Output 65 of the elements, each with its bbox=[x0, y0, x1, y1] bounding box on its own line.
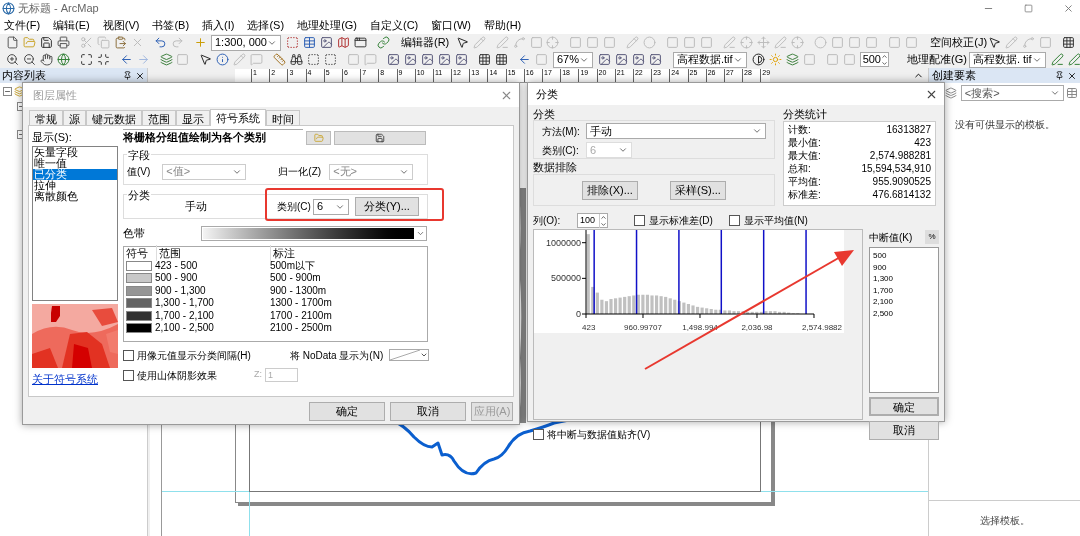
axis-label: 1,498.994 bbox=[682, 323, 718, 332]
group-label: 分类统计 bbox=[783, 108, 828, 121]
table-cell-text: 1,300 - 1,700 bbox=[155, 298, 215, 309]
axis-label: 960.99707 bbox=[624, 323, 662, 332]
axis-label: 500000 bbox=[550, 273, 581, 284]
group-label: 分类 bbox=[533, 108, 556, 120]
field-label: Z: bbox=[254, 368, 262, 382]
stat-value: 423 bbox=[914, 136, 931, 149]
field-label: 显示(S): bbox=[32, 130, 73, 145]
stat-label: 计数: bbox=[788, 123, 811, 136]
field-label: 将 NoData 显示为(N) bbox=[289, 348, 384, 363]
panel-title: 创建要素 bbox=[932, 68, 976, 84]
group-label: 数据排除 bbox=[533, 160, 578, 174]
column-header: 符号 bbox=[126, 245, 149, 261]
dialog-title: 图层属性 bbox=[33, 87, 77, 103]
field-label: 中断值(K) bbox=[869, 230, 913, 245]
table-cell-text: 2,100 - 2,500 bbox=[155, 323, 215, 334]
stat-label: 平均值: bbox=[788, 175, 821, 188]
stat-value: 2,574.988281 bbox=[869, 149, 931, 162]
stat-value: 476.6814132 bbox=[872, 188, 931, 201]
table-cell-text: 1,700 - 2,100 bbox=[155, 310, 215, 321]
table-cell: 900 - 1300m bbox=[270, 285, 327, 296]
window-title: 无标题 - ArcMap bbox=[18, 0, 99, 16]
checkbox-label: 显示标准差(D) bbox=[649, 214, 713, 228]
axis-label: 2,036.98 bbox=[741, 323, 773, 332]
empty-message: 没有可供显示的模板。 bbox=[953, 118, 1056, 132]
table-cell: 1700 - 2100m bbox=[270, 310, 332, 321]
field-label: 类别(C) bbox=[277, 200, 311, 214]
stat-label: 最大值: bbox=[788, 149, 821, 162]
field-label: 方法(M): bbox=[542, 124, 581, 139]
checkbox-label: 将中断与数据值贴齐(V) bbox=[547, 428, 651, 442]
stat-value: 15,594,534,910 bbox=[861, 162, 931, 175]
dialog-title: 分类 bbox=[536, 86, 558, 102]
table-cell: 2100 - 2500m bbox=[270, 323, 332, 334]
stat-value: 955.9090525 bbox=[872, 175, 931, 188]
checkbox-label: 显示平均值(N) bbox=[743, 214, 808, 228]
column-header: 标注 bbox=[270, 244, 295, 262]
stat-label: 最小值: bbox=[788, 136, 821, 149]
table-cell-text: 423 - 500 bbox=[155, 260, 199, 271]
field-label: 类别(C): bbox=[542, 143, 580, 158]
group-label: 字段 bbox=[127, 147, 151, 164]
stat-label: 总和: bbox=[788, 162, 811, 175]
group-label: 分类 bbox=[127, 187, 151, 204]
table-cell-text: 500 - 900 bbox=[155, 273, 199, 284]
field-label: 色带 bbox=[123, 226, 146, 241]
hint-text: 选择模板。 bbox=[979, 514, 1030, 528]
table-cell: 500 - 900m bbox=[270, 273, 321, 284]
table-cell: 1300 - 1700m bbox=[270, 298, 332, 309]
axis-label: 423 bbox=[582, 323, 596, 332]
field-label: 值(V) bbox=[127, 165, 151, 179]
checkbox-label: 用像元值显示分类间隔(H) bbox=[137, 348, 251, 363]
panel-title: 内容列表 bbox=[2, 68, 46, 84]
stat-label: 标准差: bbox=[788, 188, 821, 201]
table-cell: 500m以下 bbox=[270, 260, 315, 271]
checkbox-label: 使用山体阴影效果 bbox=[137, 368, 217, 383]
axis-label: 2,574.9882 bbox=[801, 323, 842, 332]
renderer-heading: 将栅格分组值绘制为各个类别 bbox=[123, 129, 303, 146]
field-label: 列(O): bbox=[533, 214, 562, 228]
method-text: 手动 bbox=[185, 199, 207, 215]
table-cell-text: 900 - 1,300 bbox=[155, 285, 207, 296]
axis-label: 0 bbox=[576, 309, 581, 319]
field-label: 归一化(Z) bbox=[278, 165, 322, 179]
column-header: 范围 bbox=[156, 244, 270, 262]
axis-label: 1000000 bbox=[545, 237, 581, 248]
stat-value: 16313827 bbox=[886, 123, 931, 136]
